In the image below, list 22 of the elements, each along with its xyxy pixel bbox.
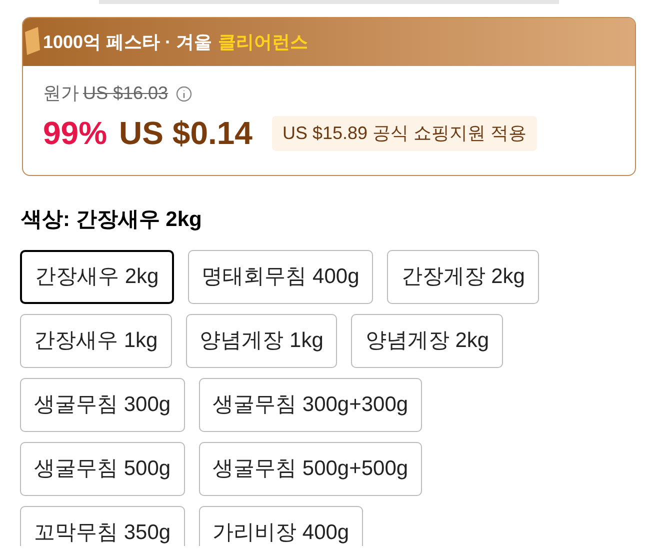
- option-button[interactable]: 간장새우 2kg: [20, 250, 174, 304]
- option-button[interactable]: 생굴무침 300g+300g: [198, 378, 422, 432]
- option-button[interactable]: 가리비장 400g: [198, 506, 364, 546]
- option-label: 색상: 간장새우 2kg: [21, 207, 203, 233]
- option-button[interactable]: 명태회무침 400g: [188, 250, 374, 304]
- subsidy-tag: US $15.89 공식 쇼핑지원 적용: [272, 116, 537, 150]
- ticket-icon: [24, 26, 41, 56]
- option-button[interactable]: 생굴무침 300g: [20, 378, 185, 432]
- option-button[interactable]: 양념게장 1kg: [186, 314, 338, 368]
- sale-price: US $0.14: [119, 114, 252, 153]
- original-price: US $16.03: [83, 82, 168, 105]
- discount-percent: 99%: [43, 114, 108, 153]
- option-button[interactable]: 간장새우 1kg: [20, 314, 172, 368]
- original-price-label: 원가: [43, 82, 79, 105]
- info-icon: [176, 86, 192, 102]
- option-button[interactable]: 간장게장 2kg: [387, 250, 539, 304]
- promo-title: 1000억 페스타 · 겨울: [43, 30, 212, 54]
- option-button[interactable]: 꼬막무침 350g: [20, 506, 185, 546]
- option-button[interactable]: 양념게장 2kg: [351, 314, 504, 368]
- option-button[interactable]: 생굴무침 500g+500g: [198, 442, 422, 496]
- promo-highlight: 클리어런스: [218, 30, 308, 54]
- option-button[interactable]: 생굴무침 500g: [20, 442, 185, 496]
